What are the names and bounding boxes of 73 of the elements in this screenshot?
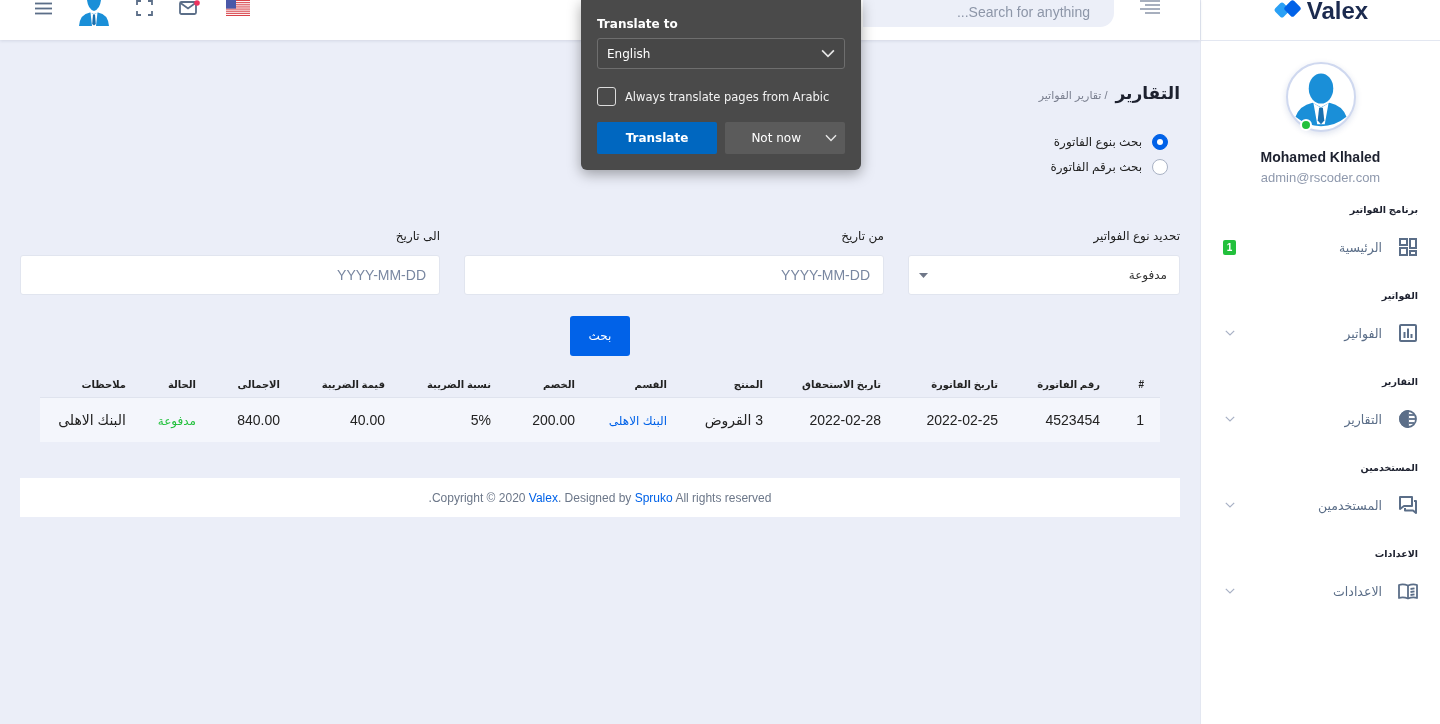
user-email: admin@rscoder.com — [1259, 169, 1382, 186]
column-header: تاريخ الفاتورة — [931, 378, 998, 390]
sidebar-section-title: برنامج الفواتير — [1348, 203, 1418, 218]
pie-chart-icon[interactable] — [1398, 409, 1418, 429]
table-cell: 200.00 — [532, 412, 575, 428]
date-input-field[interactable]: YYYY-MM-DD — [20, 255, 440, 295]
sidebar-section-title: الاعدادات — [1373, 547, 1418, 561]
table-cell: 840.00 — [237, 412, 280, 428]
sidebar-item[interactable]: الاعدادات — [1333, 583, 1382, 599]
column-header: تاريخ الاستحقاق — [802, 378, 881, 390]
logo-text[interactable]: Valex — [1306, 0, 1369, 22]
search-field[interactable]: ...Search for anything — [863, 0, 1114, 27]
column-header: الحالة — [168, 378, 196, 390]
field-label: تحديد نوع الفواتير — [1092, 228, 1180, 244]
field-label: الى تاريخ — [394, 228, 440, 244]
checkbox-label: Always translate pages from Arabic — [625, 89, 830, 104]
breadcrumb[interactable]: / تقارير الفواتير — [1038, 85, 1108, 105]
radio-label: بحث بنوع الفاتورة — [1053, 135, 1142, 149]
translate-button[interactable]: Translate — [597, 122, 717, 154]
table-cell: 40.00 — [349, 412, 385, 428]
sidebar-item[interactable]: الفواتير — [1344, 325, 1382, 341]
avatar-icon[interactable] — [1285, 62, 1356, 132]
language-select[interactable]: English — [597, 38, 845, 69]
footer-link[interactable]: Valex — [528, 490, 558, 505]
sidebar-section-title: المستخدمين — [1359, 461, 1418, 476]
column-header: الخصم — [542, 378, 575, 390]
caret-icon — [919, 272, 928, 278]
sidebar-item[interactable]: التقارير — [1344, 411, 1382, 427]
bar-chart-icon[interactable] — [1398, 323, 1418, 343]
dashboard-icon[interactable] — [1398, 237, 1418, 257]
sidebar-item[interactable]: الرئيسية — [1338, 239, 1382, 255]
footer-link[interactable]: Spruko — [634, 490, 673, 505]
menu-icon[interactable] — [35, 2, 52, 15]
field-label: من تاريخ — [840, 228, 884, 244]
select-field[interactable]: مدفوعة — [908, 255, 1180, 295]
flag-icon[interactable] — [226, 0, 250, 16]
search-button[interactable]: بحث — [570, 316, 630, 356]
radio-button[interactable] — [1152, 134, 1168, 150]
table-cell: 1 — [1136, 412, 1144, 428]
chat-icon[interactable] — [1398, 495, 1418, 515]
not-now-button[interactable]: Not now — [725, 122, 845, 154]
avatar-icon[interactable] — [78, 0, 110, 26]
fullscreen-icon[interactable] — [136, 0, 153, 16]
footer-text: .Copyright © 2020 Valex. Designed by Spruko All rights reserved — [428, 490, 772, 505]
sidebar-section-title: الفواتير — [1380, 289, 1418, 304]
book-icon[interactable] — [1398, 581, 1418, 601]
date-input-field[interactable]: YYYY-MM-DD — [464, 255, 884, 295]
radio-button[interactable] — [1152, 159, 1168, 175]
user-name: Mohamed Klhaled — [1259, 149, 1382, 166]
table-cell: 4523454 — [1045, 412, 1100, 428]
table-cell: 3 القروض — [704, 412, 763, 428]
status-text: مدفوعة — [157, 414, 196, 428]
column-header: القسم — [634, 378, 667, 390]
column-header: الاجمالى — [237, 378, 280, 390]
checkbox[interactable] — [597, 87, 616, 106]
table-cell: 5% — [470, 412, 491, 428]
column-header: قيمة الضريبة — [321, 378, 385, 390]
column-header: ملاحظات — [81, 378, 126, 390]
table-link[interactable]: البنك الاهلى — [608, 414, 667, 428]
popup-title: Translate to — [597, 17, 679, 31]
table-cell: البنك الاهلى — [58, 412, 126, 428]
table-cell: 2022-02-25 — [926, 412, 998, 428]
column-header: نسبة الضريبة — [427, 378, 491, 390]
table-cell: 2022-02-28 — [809, 412, 881, 428]
count-badge: 1 — [1223, 239, 1236, 255]
radio-label: بحث برقم الفاتورة — [1050, 160, 1142, 174]
sidebar-item[interactable]: المستخدمين — [1317, 497, 1382, 513]
column-header: رقم الفاتورة — [1037, 378, 1100, 390]
sidebar-section-title: التقارير — [1380, 375, 1418, 390]
page-title: التقارير — [1115, 84, 1180, 104]
column-header: المنتج — [733, 378, 763, 390]
column-header: # — [1138, 378, 1144, 390]
mail-icon[interactable] — [179, 0, 200, 15]
